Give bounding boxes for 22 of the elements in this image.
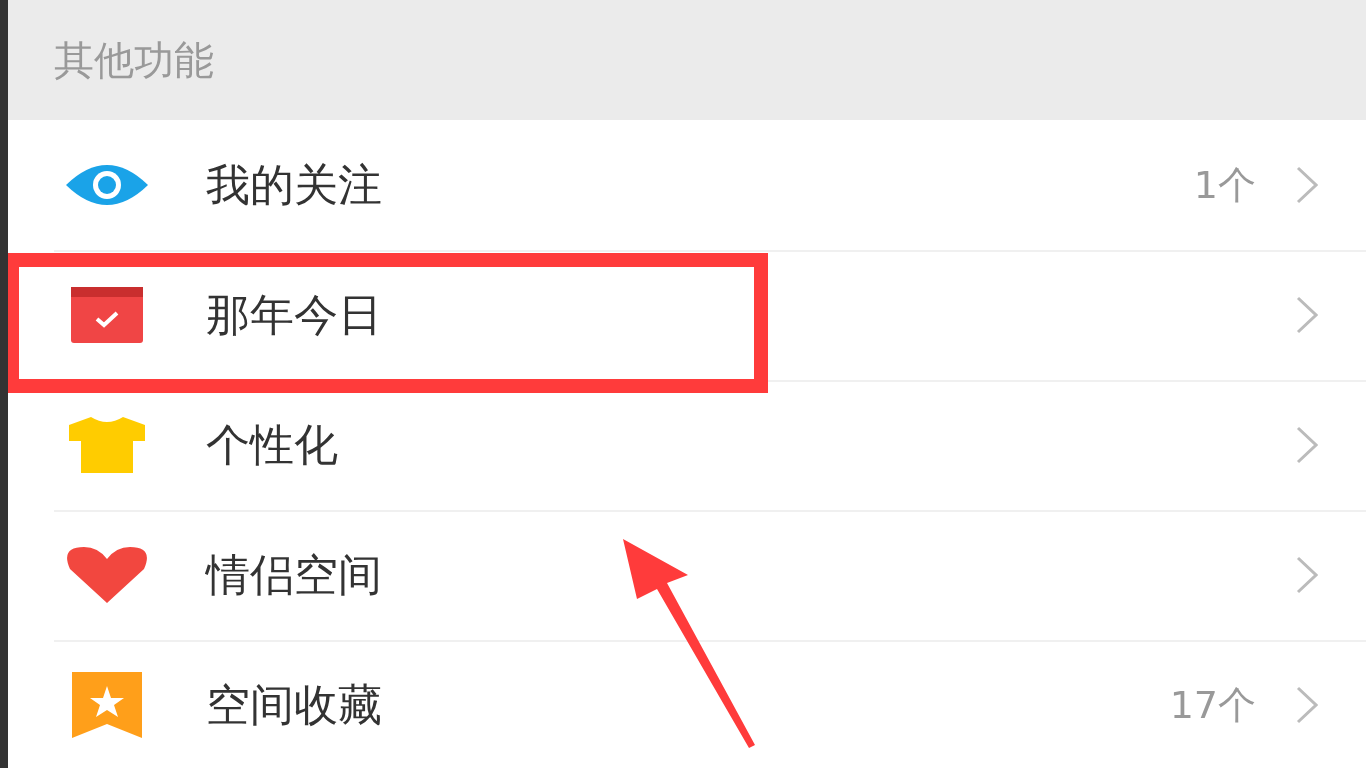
list-item[interactable]: 情侣空间 [8, 510, 1366, 640]
list-item[interactable]: 个性化 [8, 380, 1366, 510]
chevron-icon [1296, 296, 1318, 334]
chevron-icon [1296, 426, 1318, 464]
list-item[interactable]: 那年今日 [8, 250, 1366, 380]
calendar-icon [71, 287, 143, 343]
chevron-icon [1296, 166, 1318, 204]
item-label: 个性化 [206, 418, 339, 472]
shirt-icon [69, 417, 145, 473]
item-label: 情侣空间 [206, 548, 383, 602]
item-label: 我的关注 [206, 158, 383, 212]
chevron-icon [1296, 556, 1318, 594]
list-item[interactable]: 空间收藏 17个 [8, 640, 1366, 768]
chevron-icon [1296, 686, 1318, 724]
item-value: 1个 [1193, 161, 1256, 209]
item-label: 空间收藏 [206, 678, 383, 732]
heart-icon [64, 545, 150, 605]
section-title: 其他功能 [54, 36, 214, 85]
bookmark-star-icon [72, 672, 142, 738]
item-label: 那年今日 [206, 288, 383, 342]
list-item[interactable]: 我的关注 1个 [8, 120, 1366, 250]
item-value: 17个 [1169, 681, 1256, 729]
